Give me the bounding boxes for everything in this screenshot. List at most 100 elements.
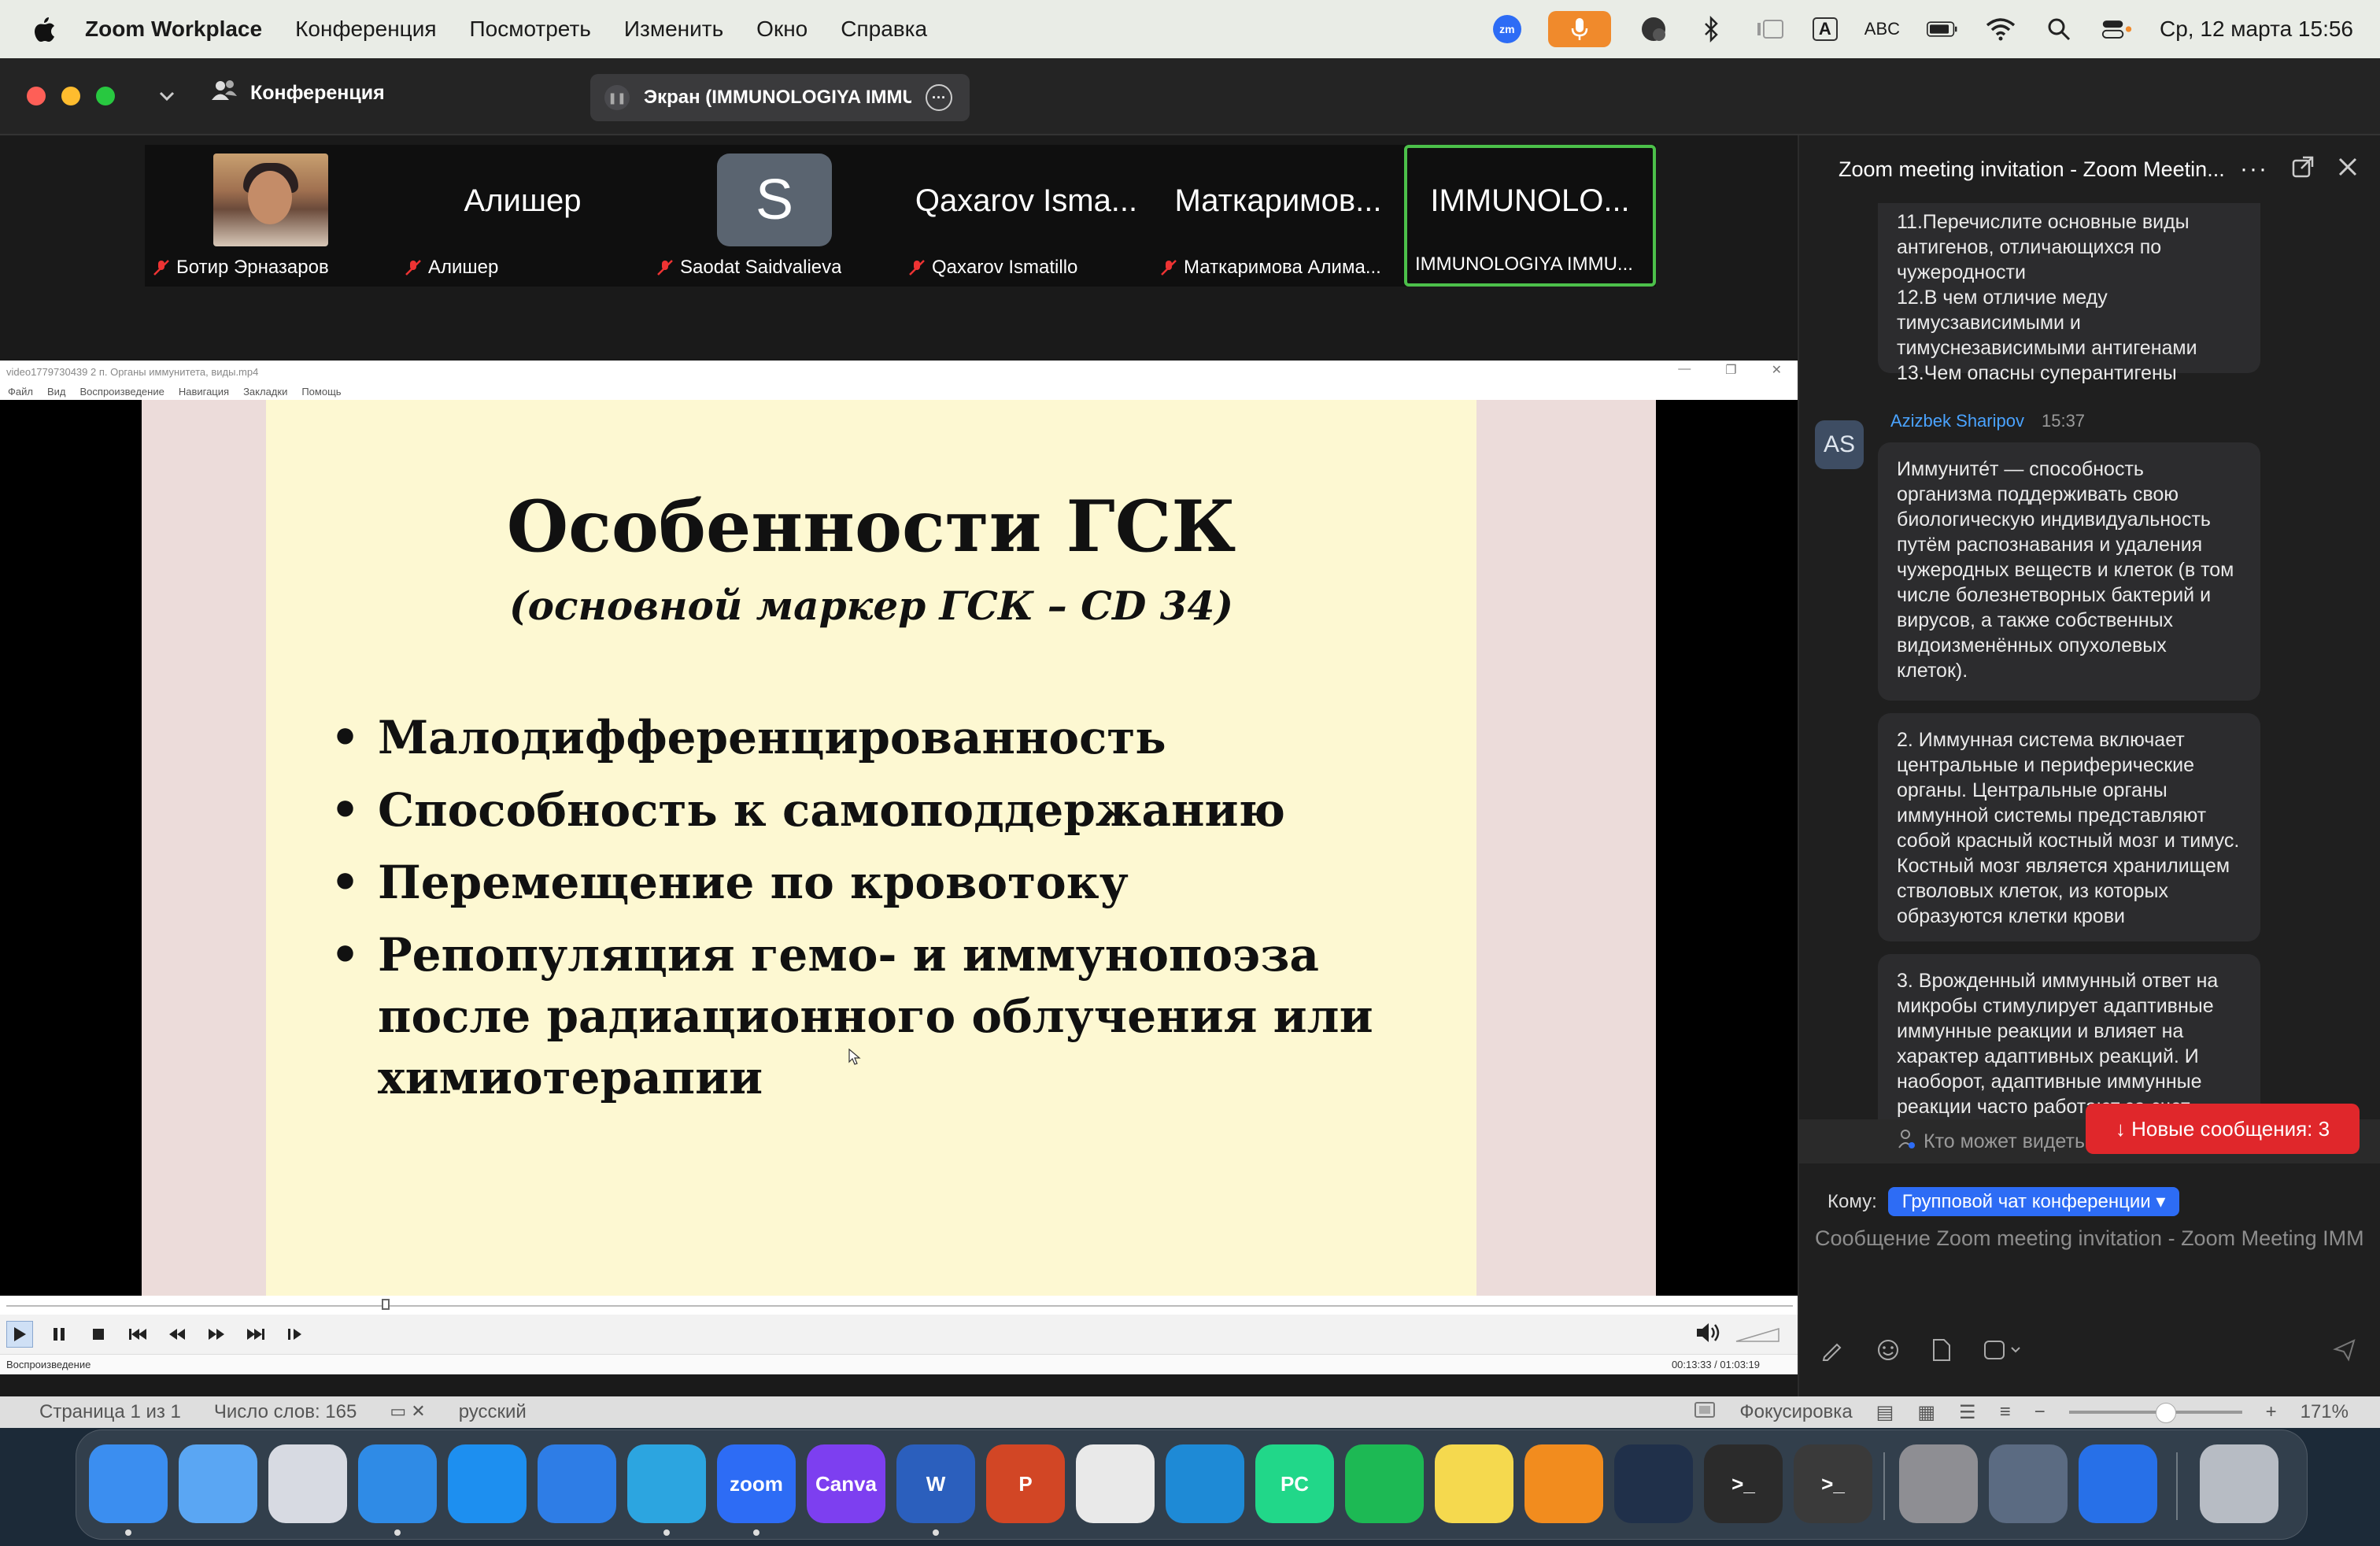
finder-icon[interactable] <box>89 1444 168 1523</box>
player-menu-bookmarks[interactable]: Закладки <box>243 386 287 398</box>
new-messages-button[interactable]: ↓ Новые сообщения: 3 <box>2086 1104 2360 1154</box>
zoom-icon[interactable]: zoom <box>717 1444 796 1523</box>
menu-window[interactable]: Окно <box>756 17 808 42</box>
avatar[interactable]: AS <box>1815 420 1864 469</box>
next-icon[interactable] <box>242 1321 269 1348</box>
previous-icon[interactable] <box>124 1321 151 1348</box>
stage-manager-icon[interactable] <box>1754 13 1786 45</box>
battery-icon[interactable] <box>1927 13 1958 45</box>
proofing-icon[interactable]: ▭ ✕ <box>390 1401 425 1423</box>
minimize-window-button[interactable] <box>61 87 80 105</box>
player-minimize-icon[interactable]: — <box>1678 362 1691 378</box>
file-icon[interactable] <box>1931 1338 1952 1366</box>
menu-help[interactable]: Справка <box>841 17 927 42</box>
screenshot-icon[interactable] <box>1983 1338 2023 1366</box>
fullscreen-window-button[interactable] <box>96 87 115 105</box>
emoji-icon[interactable] <box>1876 1338 1900 1366</box>
player-menu-file[interactable]: Файл <box>8 386 33 398</box>
search-icon[interactable] <box>2043 13 2075 45</box>
conference-info[interactable]: Конференция <box>211 79 385 108</box>
focus-icon[interactable] <box>1694 1401 1716 1424</box>
participant-tile[interactable]: Qaxarov Isma... Qaxarov Ismatillo <box>900 145 1152 287</box>
pycharm-icon[interactable]: PC <box>1255 1444 1334 1523</box>
zoom-out-icon[interactable]: − <box>2034 1401 2046 1423</box>
app-menu[interactable]: Zoom Workplace <box>85 17 262 42</box>
participant-tile[interactable]: S Saodat Saidvalieva <box>649 145 900 287</box>
participant-tile-active-speaker[interactable]: IMMUNOLO... IMMUNOLOGIYA IMMU... <box>1404 145 1656 287</box>
pop-out-icon[interactable] <box>2292 156 2314 183</box>
close-icon[interactable] <box>2338 157 2358 183</box>
terminal-icon[interactable]: >_ <box>1704 1444 1783 1523</box>
trash-icon[interactable] <box>2200 1444 2278 1523</box>
zoom-level[interactable]: 171% <box>2301 1401 2349 1423</box>
cloud-app-icon[interactable] <box>1614 1444 1693 1523</box>
frame-step-icon[interactable] <box>282 1321 309 1348</box>
menu-conference[interactable]: Конференция <box>295 17 436 42</box>
settings-icon[interactable] <box>1899 1444 1978 1523</box>
player-close-icon[interactable]: ✕ <box>1772 362 1782 378</box>
powerpoint-icon[interactable]: P <box>986 1444 1065 1523</box>
chat-input[interactable]: Сообщение Zoom meeting invitation - Zoom… <box>1815 1226 2366 1264</box>
close-window-button[interactable] <box>27 87 46 105</box>
player-restore-icon[interactable]: ❐ <box>1725 362 1736 378</box>
notes-icon[interactable] <box>1435 1444 1513 1523</box>
page-count[interactable]: Страница 1 из 1 <box>39 1401 181 1423</box>
launchpad-icon[interactable] <box>268 1444 347 1523</box>
astro-icon[interactable] <box>2079 1444 2157 1523</box>
word-count[interactable]: Число слов: 165 <box>214 1401 357 1423</box>
clock[interactable]: Ср, 12 марта 15:56 <box>2160 17 2353 42</box>
video-frame[interactable]: Особенности ГСК (основной маркер ГСК – C… <box>0 400 1798 1296</box>
wifi-icon[interactable] <box>1985 13 2016 45</box>
volume-icon[interactable] <box>1695 1321 1722 1349</box>
seek-bar[interactable] <box>0 1296 1798 1315</box>
chevron-down-icon[interactable] <box>156 85 178 107</box>
chat-message[interactable]: 3. Врожденный иммунный ответ на микробы … <box>1878 954 2260 1119</box>
bluetooth-icon[interactable] <box>1696 13 1728 45</box>
draft-icon[interactable]: ≡ <box>2000 1401 2011 1423</box>
rewind-icon[interactable] <box>164 1321 190 1348</box>
vscode-icon[interactable] <box>1166 1444 1244 1523</box>
mail-icon[interactable] <box>179 1444 257 1523</box>
safari-icon[interactable] <box>358 1444 437 1523</box>
terminal2-icon[interactable]: >_ <box>1794 1444 1872 1523</box>
menu-view[interactable]: Посмотреть <box>470 17 591 42</box>
microphone-icon[interactable] <box>1547 11 1611 47</box>
word-icon[interactable]: W <box>896 1444 975 1523</box>
zoom-slider[interactable] <box>2068 1403 2242 1423</box>
player-menu-view[interactable]: Вид <box>47 386 66 398</box>
message-sender[interactable]: Azizbek Sharipov <box>1890 411 2024 431</box>
player-menu-help[interactable]: Помощь <box>301 386 341 398</box>
chat-message[interactable]: Иммуните́т — способность организма подде… <box>1878 442 2260 701</box>
control-center-icon[interactable] <box>2101 13 2133 45</box>
more-icon[interactable]: ··· <box>2240 156 2268 183</box>
input-source-label[interactable]: ABC <box>1864 19 1900 39</box>
participant-tile[interactable]: Маткаримов... Маткаримова Алима... <box>1152 145 1404 287</box>
focus-mode[interactable]: Фокусировка <box>1739 1401 1852 1423</box>
canva-icon[interactable]: Canva <box>807 1444 885 1523</box>
participant-tile[interactable]: Ботир Эрназаров <box>145 145 397 287</box>
keyboard-input-icon[interactable]: A <box>1812 17 1838 41</box>
stop-icon[interactable] <box>85 1321 112 1348</box>
recipient-dropdown[interactable]: Групповой чат конференции ▾ <box>1887 1187 2180 1216</box>
screen-share-pill[interactable]: ❚❚ Экран (IMMUNOLOGIYA IMMUNOLOGIYA) ··· <box>590 74 970 121</box>
activity-icon[interactable] <box>1638 13 1669 45</box>
volume-control[interactable] <box>1695 1321 1782 1349</box>
outline-icon[interactable]: ☰ <box>1959 1401 1976 1424</box>
pause-icon[interactable]: ❚❚ <box>604 85 630 110</box>
seek-handle[interactable] <box>381 1299 390 1310</box>
preview-icon[interactable] <box>1989 1444 2068 1523</box>
menu-edit[interactable]: Изменить <box>624 17 723 42</box>
chrome-icon[interactable] <box>1076 1444 1155 1523</box>
shared-screen[interactable]: video1779730439 2 п. Органы иммунитета, … <box>0 361 1798 1374</box>
print-layout-icon[interactable]: ▤ <box>1876 1401 1894 1424</box>
pause-icon[interactable] <box>46 1321 72 1348</box>
more-options-icon[interactable]: ··· <box>926 84 952 111</box>
chat-messages[interactable]: 11.Перечислите основные виды антигенов, … <box>1799 203 2380 1119</box>
keynote-icon[interactable] <box>538 1444 616 1523</box>
telegram-icon[interactable] <box>627 1444 706 1523</box>
apple-icon[interactable] <box>33 16 57 43</box>
zoom-in-icon[interactable]: + <box>2266 1401 2277 1423</box>
format-text-icon[interactable] <box>1821 1338 1845 1366</box>
play-icon[interactable] <box>6 1321 33 1348</box>
fast-forward-icon[interactable] <box>203 1321 230 1348</box>
